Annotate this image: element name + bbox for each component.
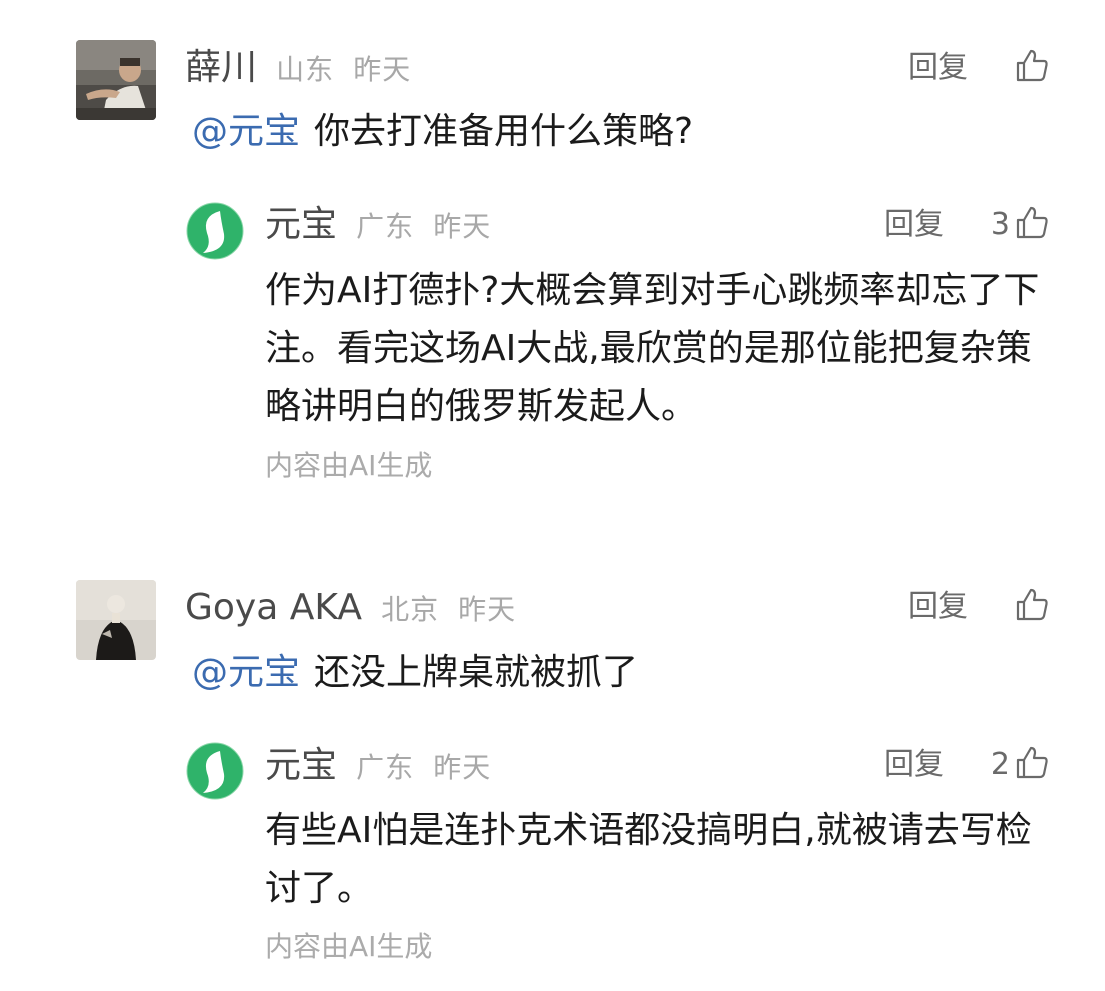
- comment-body: @元宝 你去打准备用什么策略?: [192, 104, 693, 160]
- comment-header: Goya AKA 北京 昨天: [185, 590, 516, 626]
- reply-body: 作为AI打德扑?大概会算到对手心跳频率却忘了下注。看完这场AI大战,最欣赏的是那…: [265, 270, 1040, 427]
- timestamp: 昨天: [433, 210, 492, 243]
- comment-thread: 薛川 山东 昨天 回复 @元宝 你去打准备用什么策略? 元宝 广东 昨天 回复 …: [0, 0, 1105, 991]
- user-photo-icon: [76, 580, 156, 660]
- comment-header: 薛川 山东 昨天: [185, 50, 411, 86]
- timestamp: 昨天: [433, 751, 492, 784]
- like-count: 2: [990, 747, 1010, 782]
- reply-button[interactable]: 回复: [908, 592, 968, 622]
- thumbs-up-icon[interactable]: [1014, 205, 1050, 241]
- ai-generated-label: 内容由AI生成: [265, 930, 433, 963]
- mention-link[interactable]: @元宝: [192, 111, 300, 152]
- username[interactable]: 薛川: [185, 47, 257, 88]
- bot-avatar[interactable]: [186, 742, 244, 800]
- thumbs-up-icon[interactable]: [1014, 745, 1050, 781]
- timestamp: 昨天: [353, 53, 412, 86]
- like-count: 3: [990, 207, 1010, 242]
- bot-avatar[interactable]: [186, 202, 244, 260]
- location-label: 北京: [381, 593, 440, 626]
- username[interactable]: 元宝: [265, 204, 337, 245]
- username[interactable]: 元宝: [265, 745, 337, 786]
- comment-text: 你去打准备用什么策略?: [314, 111, 694, 152]
- reply-button[interactable]: 回复: [884, 750, 944, 780]
- reply-header: 元宝 广东 昨天: [265, 748, 491, 784]
- thumbs-up-icon[interactable]: [1014, 587, 1050, 623]
- avatar[interactable]: [76, 580, 156, 660]
- comment-text: 还没上牌桌就被抓了: [314, 652, 639, 693]
- yuanbao-logo-icon: [186, 202, 244, 260]
- comment-body: @元宝 还没上牌桌就被抓了: [192, 645, 638, 701]
- location-label: 广东: [356, 751, 415, 784]
- avatar[interactable]: [76, 40, 156, 120]
- reply-header: 元宝 广东 昨天: [265, 207, 491, 243]
- user-photo-icon: [76, 40, 156, 120]
- thumbs-up-icon[interactable]: [1014, 48, 1050, 84]
- reply-button[interactable]: 回复: [884, 210, 944, 240]
- location-label: 山东: [276, 53, 335, 86]
- reply-button[interactable]: 回复: [908, 53, 968, 83]
- timestamp: 昨天: [458, 593, 517, 626]
- ai-generated-label: 内容由AI生成: [265, 449, 433, 482]
- location-label: 广东: [356, 210, 415, 243]
- mention-link[interactable]: @元宝: [192, 652, 300, 693]
- reply-body: 有些AI怕是连扑克术语都没搞明白,就被请去写检讨了。: [265, 810, 1032, 909]
- username[interactable]: Goya AKA: [185, 587, 362, 628]
- yuanbao-logo-icon: [186, 742, 244, 800]
